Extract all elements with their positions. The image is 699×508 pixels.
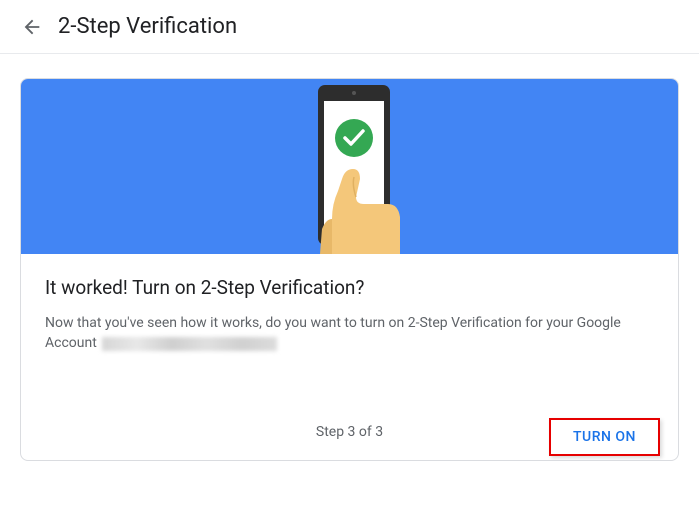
hero-banner	[21, 79, 678, 254]
back-arrow-icon[interactable]	[20, 15, 44, 39]
step-indicator: Step 3 of 3	[316, 424, 383, 440]
card-body: It worked! Turn on 2-Step Verification? …	[21, 254, 678, 380]
account-email-redacted	[102, 337, 277, 351]
turn-on-button[interactable]: TURN ON	[549, 418, 660, 456]
card-description: Now that you've seen how it works, do yo…	[45, 313, 654, 354]
card-footer: Step 3 of 3 TURN ON	[21, 400, 678, 460]
card-title: It worked! Turn on 2-Step Verification?	[45, 276, 654, 299]
verification-card: It worked! Turn on 2-Step Verification? …	[20, 78, 679, 461]
page-header: 2-Step Verification	[0, 0, 699, 54]
page-title: 2-Step Verification	[58, 14, 237, 39]
phone-hand-illustration	[260, 79, 440, 254]
